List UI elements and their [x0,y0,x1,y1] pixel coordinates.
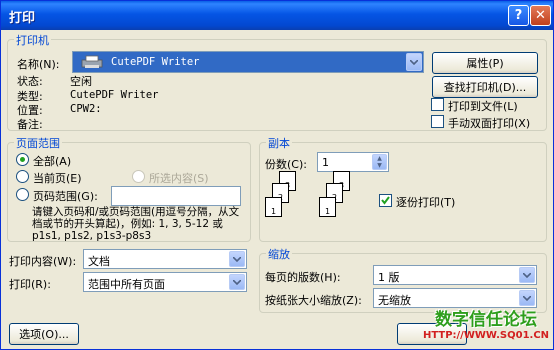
printer-icon [79,55,105,69]
range-pages-label[interactable]: 页码范围(G): [33,188,98,204]
scale-to-paper-value: 无缩放 [378,294,411,307]
range-current-label[interactable]: 当前页(E) [33,170,82,186]
type-value: CutePDF Writer [70,89,159,101]
location-value: CPW2: [70,103,102,115]
pages-per-sheet-value: 1 版 [378,271,400,284]
printer-name-label: 名称(N): [17,58,60,71]
title-bar: 打印 ? ✕ [1,1,553,30]
watermark-url: HTTP://WWW.SQ01.CN [422,330,550,341]
zoom-group-title: 缩放 [266,246,292,262]
print-which-select[interactable]: 范围中所有页面 [83,272,247,292]
comment-label: 备注: [17,118,43,131]
spin-down-icon[interactable]: ▼ [373,162,386,169]
check-icon [381,196,390,205]
help-button[interactable]: ? [508,5,529,26]
chevron-down-icon[interactable] [406,53,422,71]
properties-button[interactable]: 属性(P) [432,52,538,74]
copies-spinner[interactable]: ▲ ▼ [372,154,387,170]
chevron-down-icon[interactable] [229,274,245,290]
window-title: 打印 [9,11,36,26]
manual-duplex-checkbox[interactable] [431,115,444,128]
spin-up-icon[interactable]: ▲ [373,155,386,162]
watermark-title: 数字信任论坛 [435,310,537,330]
print-what-select[interactable]: 文档 [83,249,247,269]
printer-name-select[interactable]: CutePDF Writer [72,51,424,73]
range-pages-radio[interactable] [16,188,29,201]
print-what-value: 文档 [88,255,110,268]
chevron-down-icon[interactable] [519,290,535,306]
print-what-label: 打印内容(W): [9,255,77,268]
collated-pages-icon: 3 2 1 [317,169,367,225]
print-to-file-checkbox[interactable] [431,98,444,111]
status-label: 状态: [17,75,43,88]
find-printer-button[interactable]: 查找打印机(D)... [432,76,538,98]
copies-group-title: 副本 [266,135,292,151]
uncollated-pages-icon: 3 2 1 [263,169,313,225]
pages-per-sheet-select[interactable]: 1 版 [373,265,537,285]
range-all-label[interactable]: 全部(A) [33,153,71,169]
chevron-down-icon[interactable] [519,267,535,283]
chevron-down-icon[interactable] [229,251,245,267]
print-dialog: 打印 ? ✕ 打印机 名称(N): CutePDF Writer 属性(P) 查… [0,0,554,350]
site-watermark: 数字信任论坛 HTTP://WWW.SQ01.CN [419,305,553,341]
scale-to-paper-label: 按纸张大小缩放(Z): [265,294,362,307]
page-range-hint: 请键入页码和/或页码范围(用逗号分隔，从文档或节的开头算起)，例如: 1, 3,… [32,206,240,242]
range-selection-label: 所选内容(S) [149,172,209,185]
pages-per-sheet-label: 每页的版数(H): [265,271,341,284]
printer-group-title: 打印机 [14,32,51,48]
page-range-input[interactable] [111,186,241,206]
collate-label[interactable]: 逐份打印(T) [396,194,455,210]
close-button[interactable]: ✕ [530,5,551,26]
range-current-radio[interactable] [16,170,29,183]
manual-duplex-label[interactable]: 手动双面打印(X) [448,115,530,131]
print-which-label: 打印(R): [9,278,51,291]
options-button[interactable]: 选项(O)... [9,323,79,345]
status-value: 空闲 [70,75,92,88]
range-all-radio[interactable] [16,153,29,166]
collate-checkbox[interactable] [379,194,392,207]
range-selection-radio [132,170,145,183]
print-to-file-label[interactable]: 打印到文件(L) [448,98,518,114]
page-range-group-title: 页面范围 [14,135,62,151]
copies-count-value: 1 [322,156,329,169]
print-which-value: 范围中所有页面 [88,278,165,291]
printer-name-value: CutePDF Writer [111,56,200,68]
